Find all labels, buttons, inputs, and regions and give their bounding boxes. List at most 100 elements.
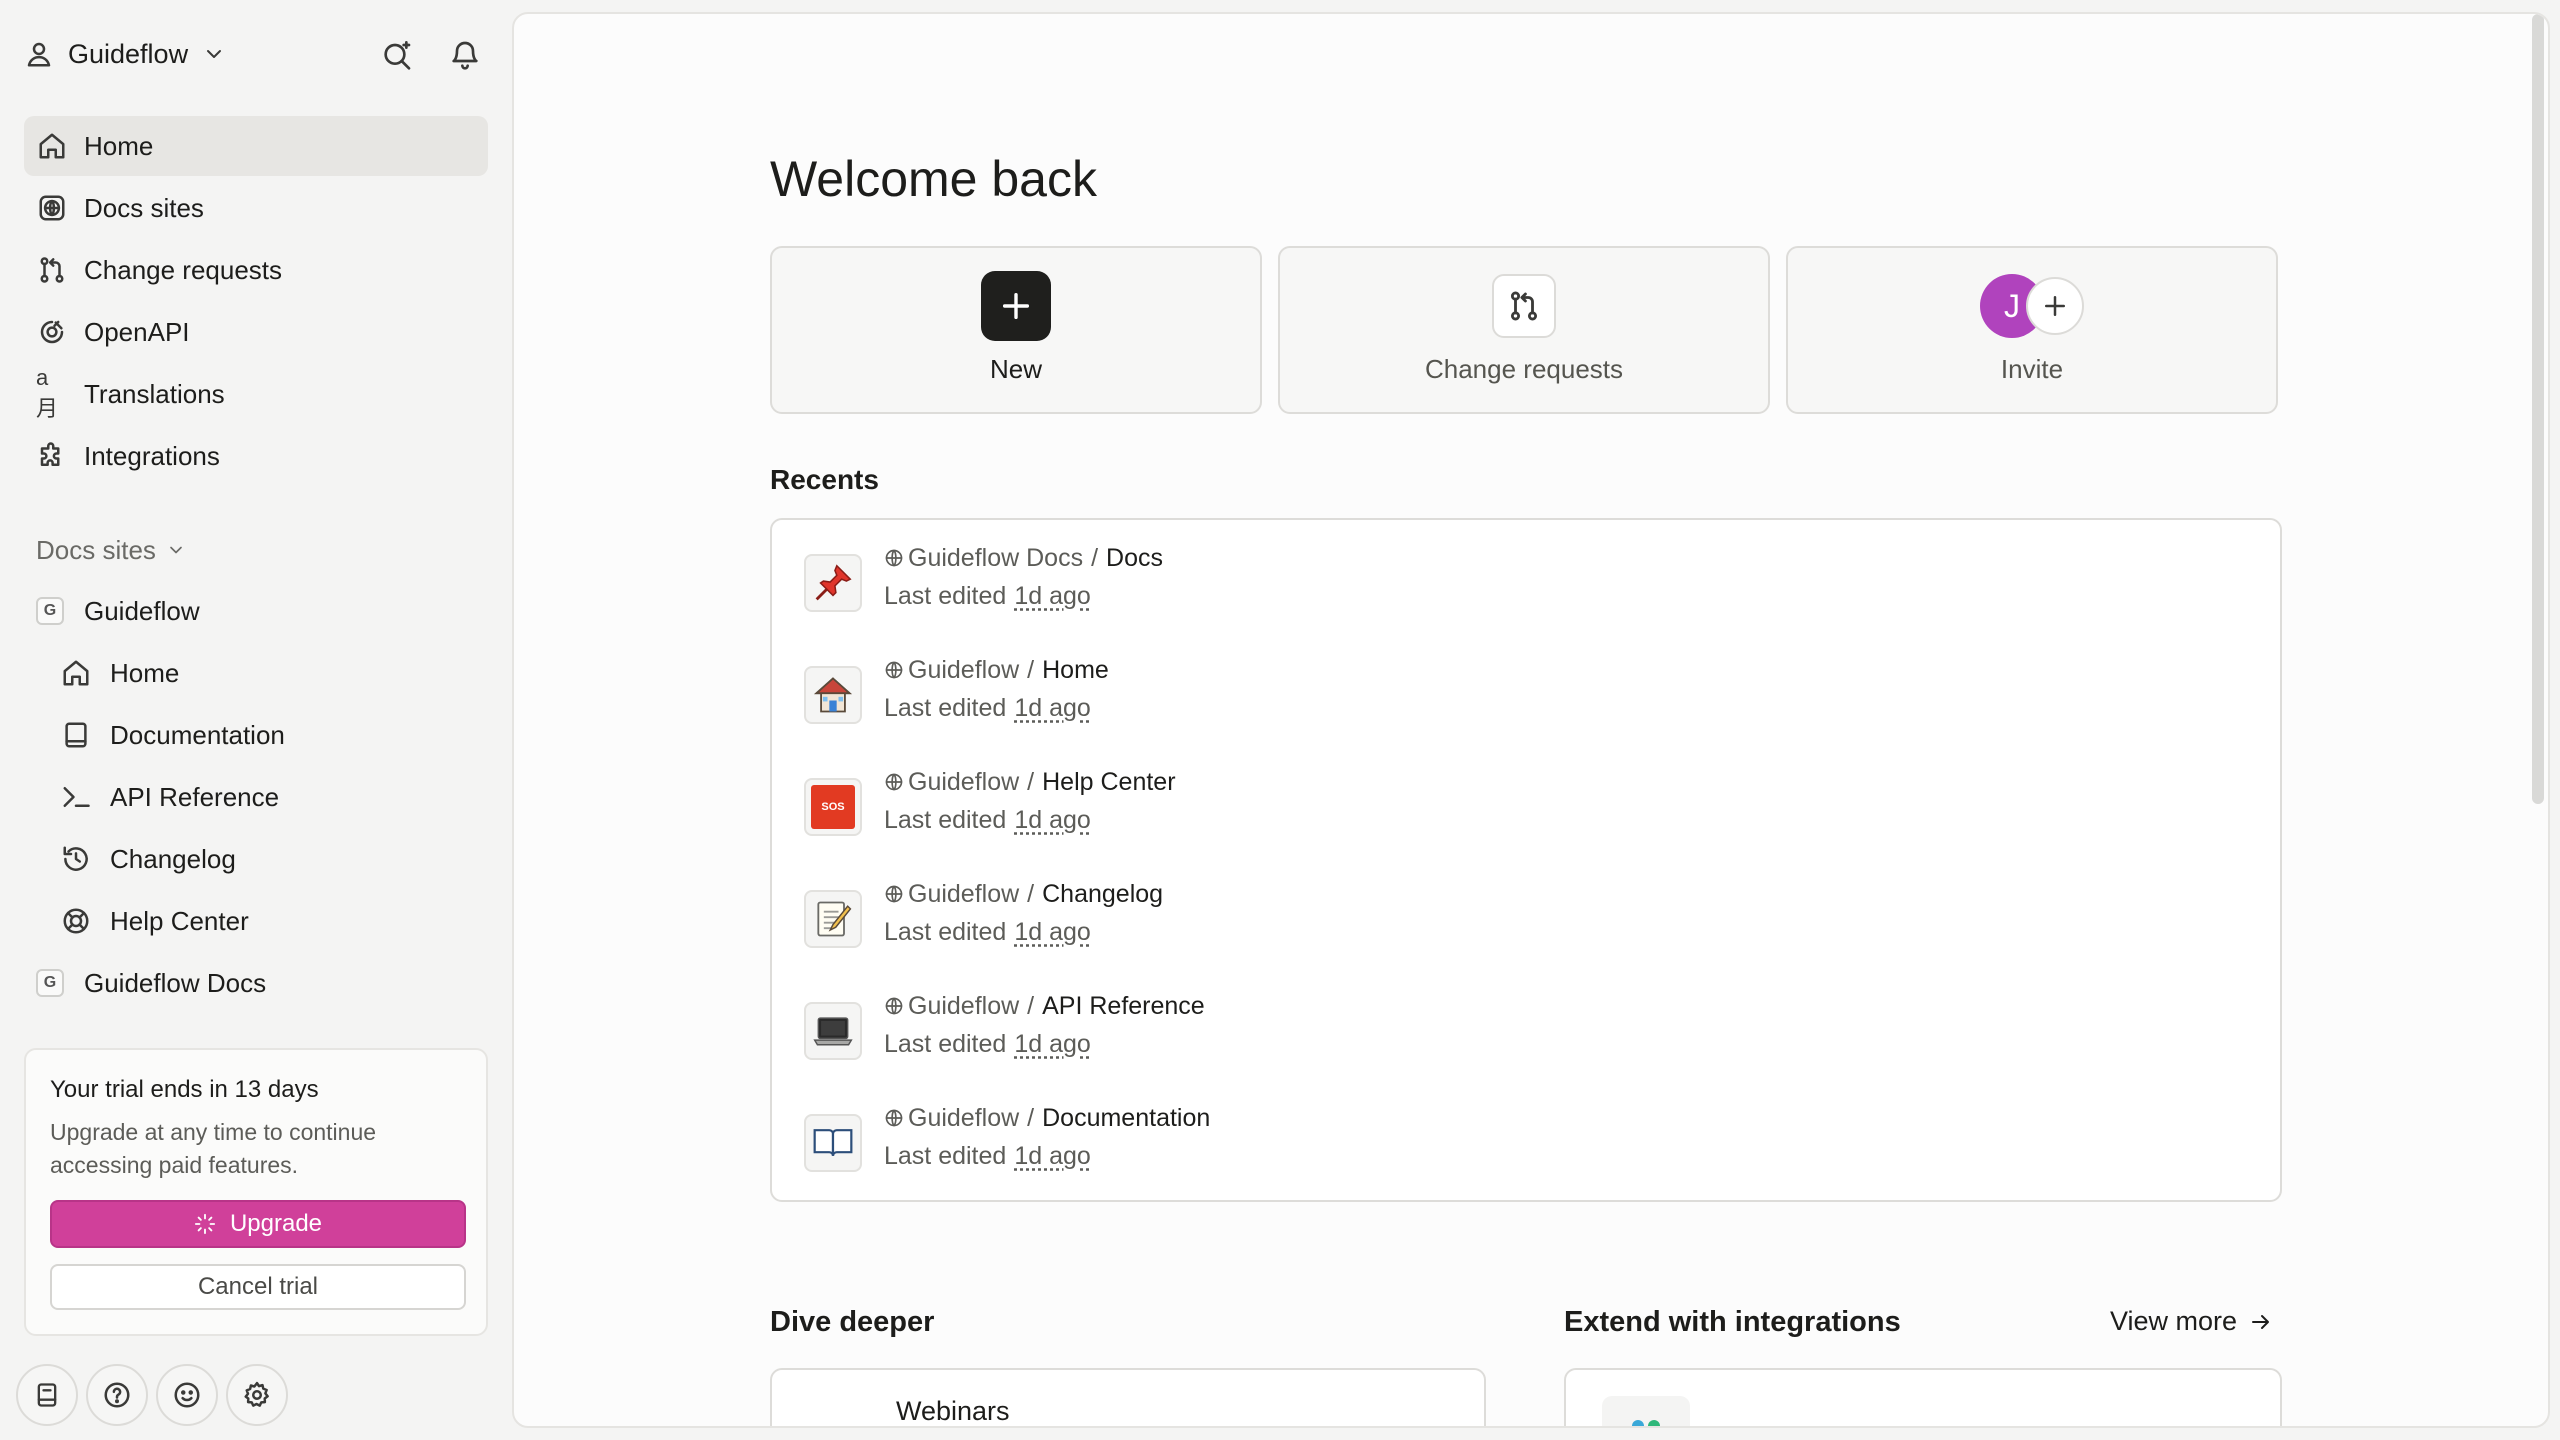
chevron-down-icon bbox=[166, 540, 186, 560]
ai-search-button[interactable] bbox=[376, 34, 418, 76]
plus-icon bbox=[981, 271, 1051, 341]
nav-item-change-requests[interactable]: Change requests bbox=[24, 240, 488, 300]
webinars-card[interactable]: Webinars bbox=[770, 1368, 1486, 1426]
trial-card: Your trial ends in 13 days Upgrade at an… bbox=[24, 1048, 488, 1336]
feedback-button[interactable] bbox=[156, 1364, 218, 1426]
site-item-guideflow-docs[interactable]: G Guideflow Docs bbox=[24, 952, 488, 1014]
edited-prefix: Last edited bbox=[884, 1029, 1007, 1058]
site-child-home[interactable]: Home bbox=[24, 642, 488, 704]
recent-item[interactable]: Guideflow / API Reference Last edited 1d… bbox=[772, 988, 2280, 1100]
git-branch-icon bbox=[1492, 274, 1556, 338]
nav-item-home[interactable]: Home bbox=[24, 116, 488, 176]
sos-icon: SOS bbox=[804, 778, 862, 836]
site-child-documentation[interactable]: Documentation bbox=[24, 704, 488, 766]
primary-nav: Home Docs sites Change requests OpenAPI … bbox=[24, 116, 488, 488]
site-badge: G bbox=[36, 597, 64, 625]
trial-description: Upgrade at any time to continue accessin… bbox=[50, 1119, 377, 1178]
chevron-down-icon bbox=[202, 42, 226, 66]
question-icon bbox=[102, 1380, 132, 1410]
recent-item[interactable]: Guideflow Docs / Docs Last edited 1d ago bbox=[772, 540, 2280, 652]
upgrade-label: Upgrade bbox=[229, 1210, 323, 1237]
edited-time: 1d ago bbox=[1014, 581, 1091, 610]
site-badge: G bbox=[36, 969, 64, 997]
nav-item-openapi[interactable]: OpenAPI bbox=[24, 302, 488, 362]
site-child-label: Changelog bbox=[110, 843, 236, 874]
edited-prefix: Last edited bbox=[884, 917, 1007, 946]
path-separator: / bbox=[1027, 879, 1035, 908]
site-name: Guideflow Docs bbox=[84, 967, 267, 998]
site-child-api-reference[interactable]: API Reference bbox=[24, 766, 488, 828]
home-icon bbox=[60, 657, 92, 689]
integration-logo-icon bbox=[1602, 1396, 1690, 1426]
globe-icon bbox=[884, 772, 904, 792]
settings-button[interactable] bbox=[226, 1364, 288, 1426]
edited-time: 1d ago bbox=[1014, 917, 1091, 946]
globe-icon bbox=[884, 660, 904, 680]
invite-button[interactable]: J Invite bbox=[1786, 246, 2278, 414]
path-separator: / bbox=[1027, 655, 1035, 684]
notifications-button[interactable] bbox=[444, 34, 486, 76]
recent-space: Guideflow bbox=[908, 767, 1020, 796]
nav-item-translations[interactable]: a月 Translations bbox=[24, 364, 488, 424]
edited-time: 1d ago bbox=[1014, 1029, 1091, 1058]
page-title: Welcome back bbox=[770, 151, 1097, 207]
docs-sites-section-toggle[interactable]: Docs sites bbox=[36, 530, 186, 570]
globe-icon bbox=[884, 996, 904, 1016]
recent-item[interactable]: SOS Guideflow / Help Center Last edited … bbox=[772, 764, 2280, 876]
sidebar-footer bbox=[16, 1364, 288, 1426]
recent-item[interactable]: Guideflow / Home Last edited 1d ago bbox=[772, 652, 2280, 764]
scrollbar-thumb[interactable] bbox=[2532, 14, 2544, 804]
integrations-title: Extend with integrations bbox=[1564, 1306, 1901, 1338]
recent-page: Documentation bbox=[1042, 1103, 1211, 1132]
smiley-icon bbox=[172, 1380, 202, 1410]
pushpin-icon bbox=[804, 554, 862, 612]
site-child-changelog[interactable]: Changelog bbox=[24, 828, 488, 890]
arrow-right-icon bbox=[2249, 1310, 2273, 1334]
memo-icon bbox=[804, 890, 862, 948]
nav-item-docs-sites[interactable]: Docs sites bbox=[24, 178, 488, 238]
recent-page: Home bbox=[1042, 655, 1109, 684]
globe-icon bbox=[884, 548, 904, 568]
change-requests-label: Change requests bbox=[1424, 354, 1624, 384]
recent-item[interactable]: Guideflow / Documentation Last edited 1d… bbox=[772, 1100, 2280, 1212]
view-more-label: View more bbox=[2110, 1306, 2238, 1336]
recent-space: Guideflow bbox=[908, 1103, 1020, 1132]
recent-page: Help Center bbox=[1042, 767, 1176, 796]
docs-button[interactable] bbox=[16, 1364, 78, 1426]
book-icon bbox=[60, 719, 92, 751]
user-icon bbox=[24, 39, 54, 69]
org-switcher[interactable]: Guideflow bbox=[24, 30, 226, 78]
nav-label: Docs sites bbox=[84, 192, 204, 223]
recents-title: Recents bbox=[770, 464, 879, 495]
history-icon bbox=[60, 843, 92, 875]
edited-time: 1d ago bbox=[1014, 693, 1091, 722]
openapi-icon bbox=[36, 316, 68, 348]
site-child-help-center[interactable]: Help Center bbox=[24, 890, 488, 952]
recent-item[interactable]: Guideflow / Changelog Last edited 1d ago bbox=[772, 876, 2280, 988]
globe-icon bbox=[884, 884, 904, 904]
new-label: New bbox=[989, 354, 1042, 384]
lifebuoy-icon bbox=[60, 905, 92, 937]
view-more-link[interactable]: View more bbox=[2110, 1306, 2273, 1337]
change-requests-button[interactable]: Change requests bbox=[1278, 246, 1770, 414]
new-button[interactable]: New bbox=[770, 246, 1262, 414]
path-separator: / bbox=[1091, 543, 1099, 572]
globe-icon bbox=[36, 192, 68, 224]
site-child-label: Home bbox=[110, 657, 180, 688]
open-book-icon bbox=[804, 1114, 862, 1172]
sparkle-icon bbox=[194, 1213, 216, 1235]
edited-time: 1d ago bbox=[1014, 1141, 1091, 1170]
upgrade-button[interactable]: Upgrade bbox=[50, 1200, 466, 1248]
translate-icon: a月 bbox=[36, 365, 59, 421]
nav-item-integrations[interactable]: Integrations bbox=[24, 426, 488, 486]
help-button[interactable] bbox=[86, 1364, 148, 1426]
globe-icon bbox=[884, 1108, 904, 1128]
site-child-label: Documentation bbox=[110, 719, 285, 750]
nav-label: Home bbox=[84, 130, 154, 161]
cancel-trial-button[interactable]: Cancel trial bbox=[50, 1264, 466, 1310]
integration-card[interactable] bbox=[1564, 1368, 2282, 1426]
site-child-label: Help Center bbox=[110, 905, 249, 936]
section-label: Docs sites bbox=[36, 534, 156, 565]
site-item-guideflow[interactable]: G Guideflow bbox=[24, 580, 488, 642]
dive-deeper-title: Dive deeper bbox=[770, 1306, 935, 1338]
